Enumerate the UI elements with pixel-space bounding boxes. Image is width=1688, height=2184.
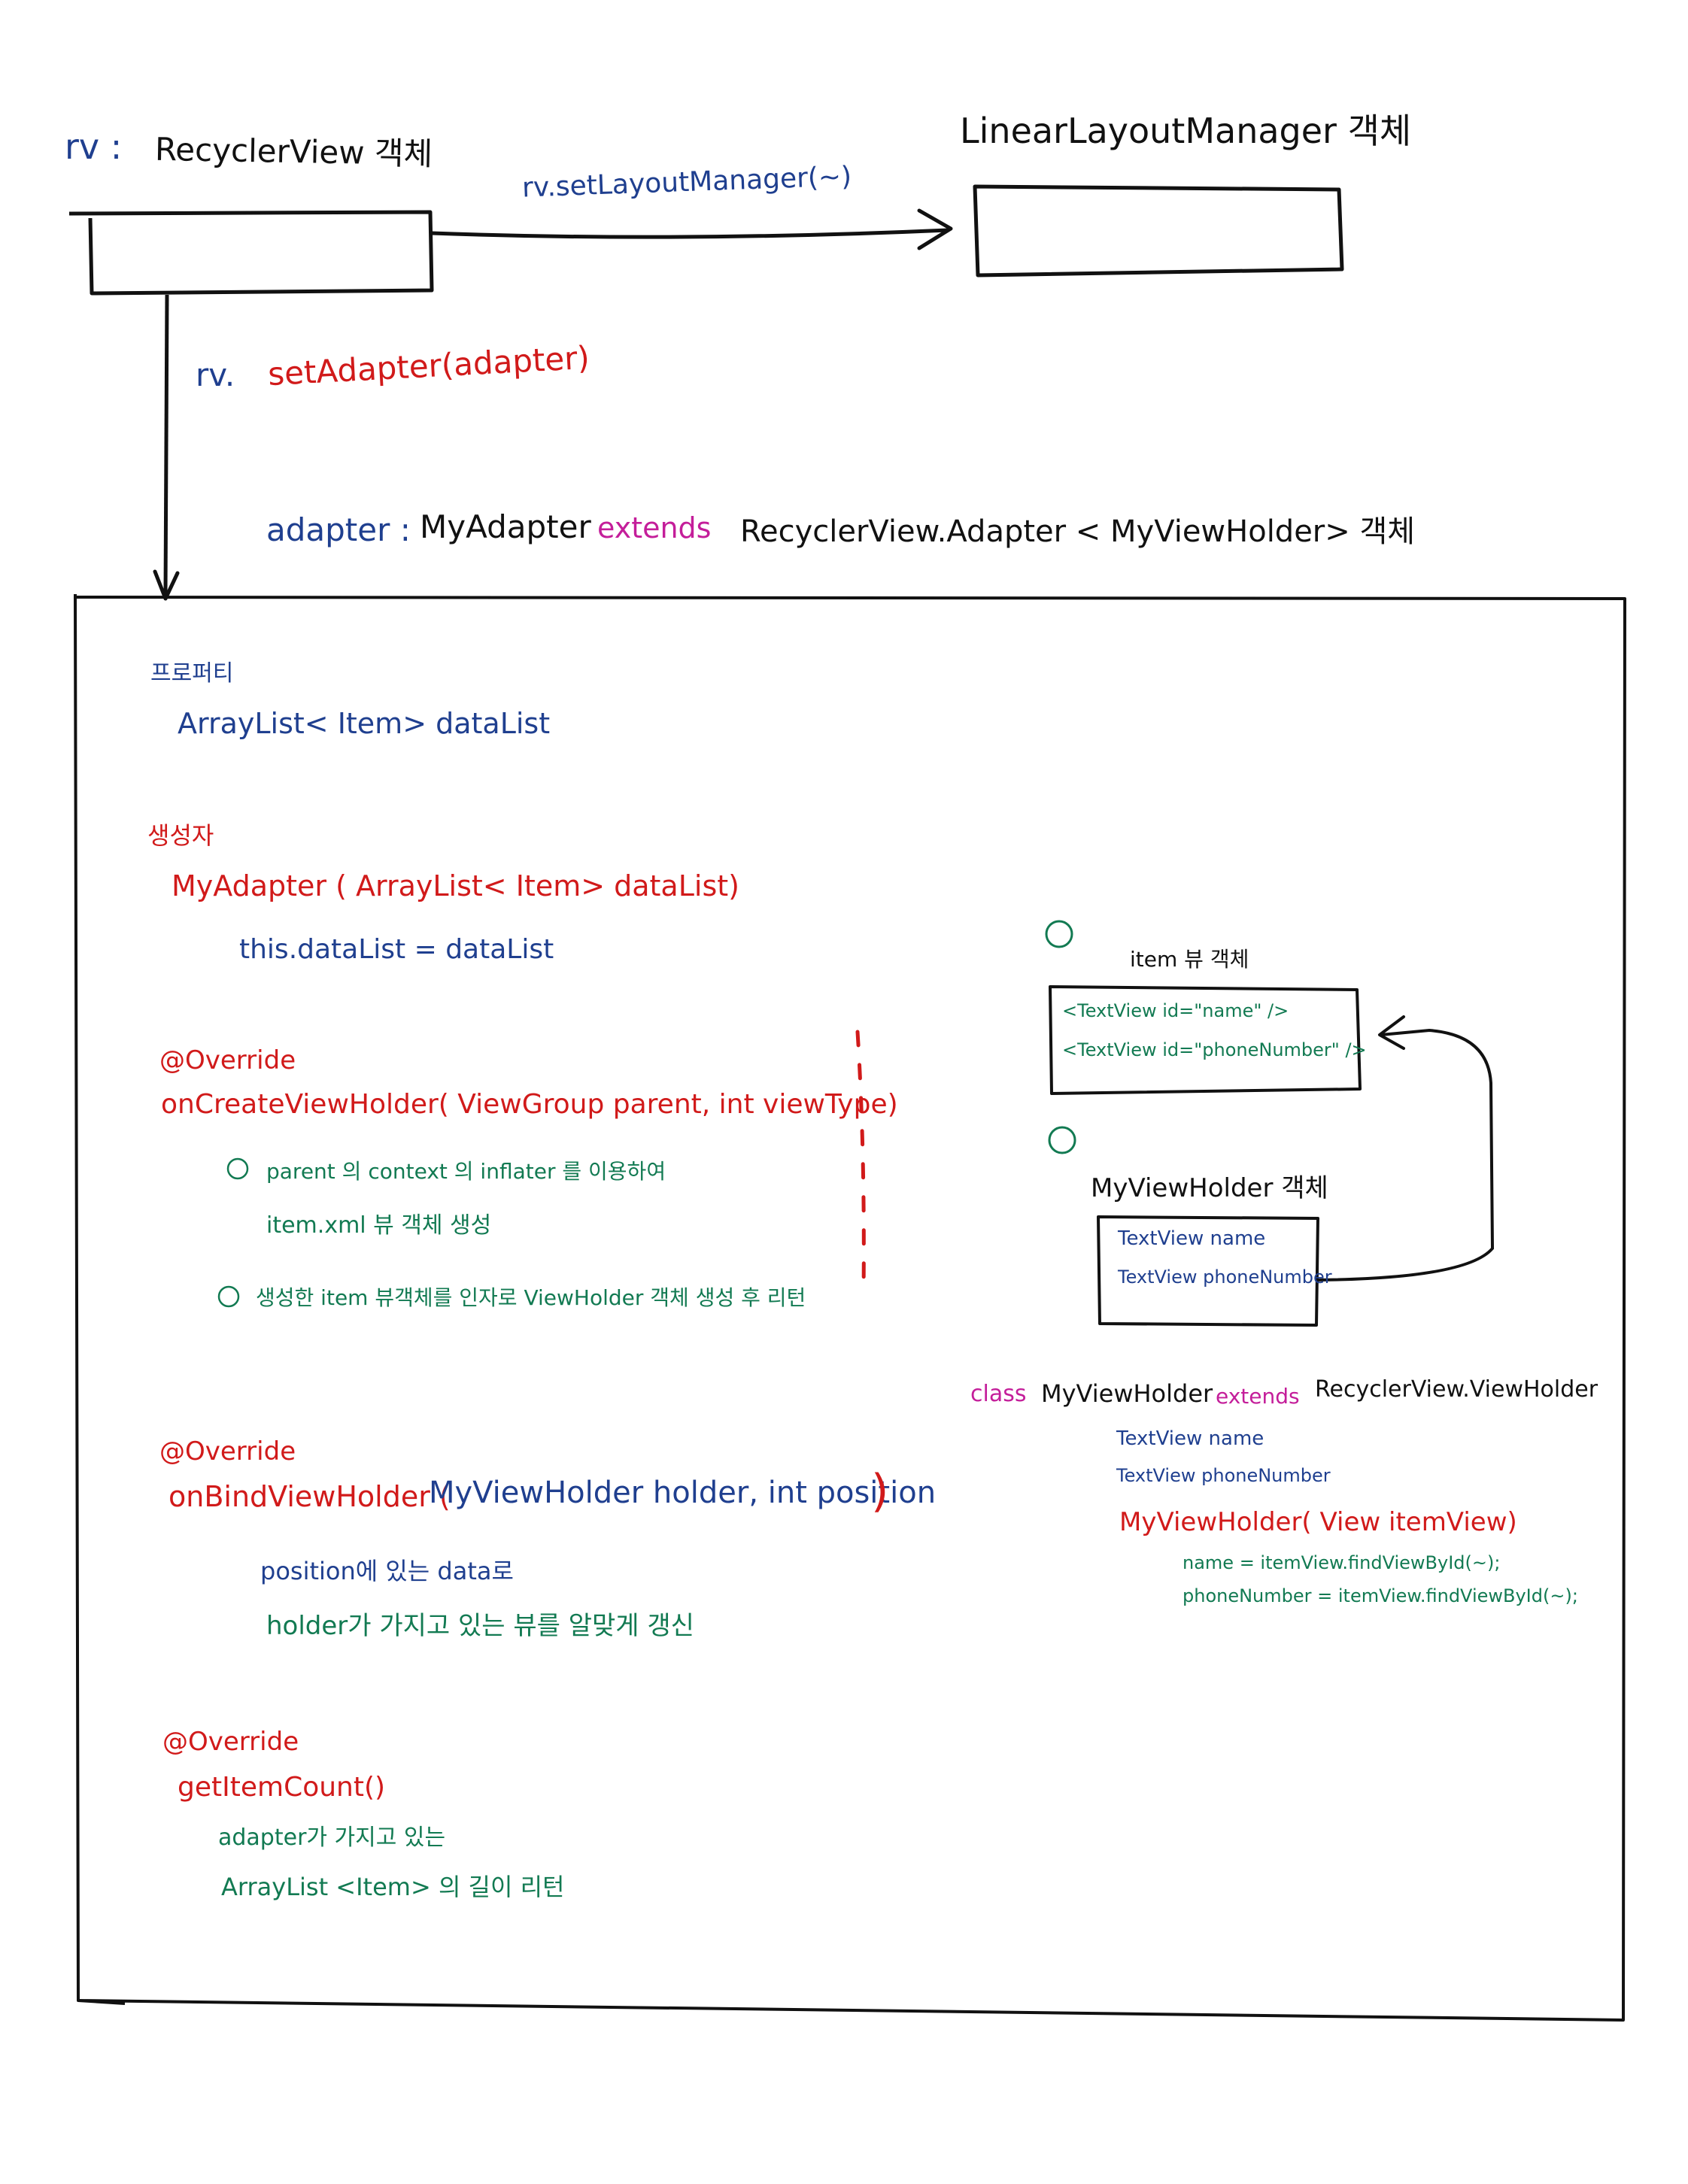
rv-prefix: rv : [65,126,123,167]
oncreate-step-1-line-2: item.xml 뷰 객체 생성 [266,1212,492,1239]
constructor-heading: 생성자 [147,821,214,850]
recyclerview-box [68,210,434,296]
linearlayoutmanager-box [973,184,1344,278]
onbind-signature-prefix: onBindViewHolder ( [168,1480,451,1513]
holder-to-item-connector [1317,1028,1495,1282]
viewholder-field-2: TextView phoneNumber [1116,1465,1331,1486]
viewholder-parent-class: RecyclerView.ViewHolder [1315,1376,1598,1403]
oncreate-annotation: @Override [159,1045,296,1075]
constructor-body: this.dataList = dataList [239,934,554,965]
oncreate-signature: onCreateViewHolder( ViewGroup parent, in… [161,1089,898,1120]
viewholder-class-keyword: class [970,1381,1027,1407]
view-holder-label: MyViewHolder 객체 [1091,1173,1328,1203]
viewholder-field-1: TextView name [1116,1427,1264,1450]
whiteboard-canvas: rv : RecyclerView 객체 LinearLayoutManager… [0,0,1688,2184]
viewholder-constructor-body-2: phoneNumber = itemView.findViewById(~); [1183,1585,1578,1606]
getcount-line-1: adapter가 가지고 있는 [218,1825,446,1851]
getcount-line-2: ArrayList <Item> 의 길이 리턴 [221,1873,565,1901]
recyclerview-label: RecyclerView 객체 [154,130,433,173]
onbind-signature-params: MyViewHolder holder, int position [429,1476,937,1510]
viewholder-constructor-body-1: name = itemView.findViewById(~); [1183,1552,1501,1573]
viewholder-constructor-signature: MyViewHolder( View itemView) [1119,1507,1517,1537]
item-view-line-1: <TextView id="name" /> [1062,1000,1289,1021]
getcount-signature: getItemCount() [178,1772,386,1803]
onbind-annotation: @Override [159,1436,296,1467]
linearlayoutmanager-label: LinearLayoutManager 객체 [960,111,1412,151]
adapter-parent-class: RecyclerView.Adapter < MyViewHolder> 객체 [740,514,1416,549]
onbind-line-2: holder가 가지고 있는 뷰를 알맞게 갱신 [266,1611,694,1641]
view-holder-line-2: TextView phoneNumber [1118,1266,1332,1288]
onbind-signature-suffix: ) [871,1465,889,1518]
item-view-line-2: <TextView id="phoneNumber" /> [1062,1039,1367,1060]
view-holder-line-1: TextView name [1118,1227,1266,1250]
property-heading: 프로퍼티 [150,660,234,687]
set-adapter-arrow [163,294,169,595]
item-view-label: item 뷰 객체 [1130,947,1249,972]
viewholder-extends-keyword: extends [1216,1384,1300,1409]
adapter-class-name: MyAdapter [420,508,591,545]
oncreate-step-1-line-1: parent 의 context 의 inflater 를 이용하여 [266,1159,666,1184]
set-adapter-prefix: rv. [196,356,235,393]
getcount-annotation: @Override [162,1727,299,1757]
constructor-signature: MyAdapter ( ArrayList< Item> dataList) [172,869,739,902]
set-layout-arrow [431,228,949,239]
viewholder-class-name: MyViewHolder [1041,1379,1213,1408]
onbind-line-1: position에 있는 data로 [260,1557,514,1585]
adapter-extends-keyword: extends [597,511,712,544]
property-line: ArrayList< Item> dataList [178,707,551,740]
red-dashed-separator [855,1030,866,1296]
adapter-var-label: adapter : [266,511,411,548]
oncreate-step-2-line: 생성한 item 뷰객체를 인자로 ViewHolder 객체 생성 후 리턴 [256,1285,806,1310]
